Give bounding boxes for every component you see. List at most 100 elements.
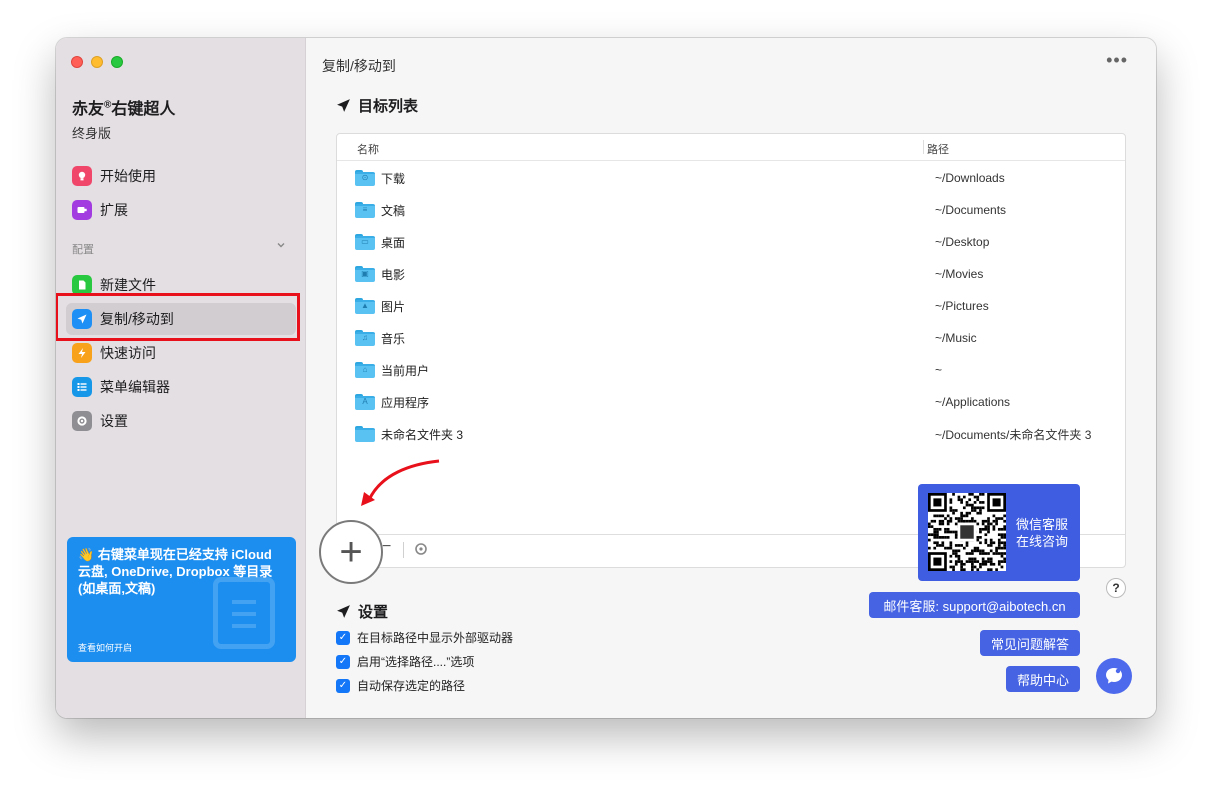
promo-link[interactable]: 查看如何开启 xyxy=(78,641,132,654)
wechat-support-card[interactable]: 微信客服 在线咨询 xyxy=(918,484,1080,581)
sidebar-item-label: 扩展 xyxy=(100,202,128,218)
setting-autosave-path[interactable]: ✓ 自动保存选定的路径 xyxy=(336,677,465,694)
promo-text: 👋 右键菜单现在已经支持 iCloud 云盘, OneDrive, Dropbo… xyxy=(78,546,288,597)
sidebar-item-label: 新建文件 xyxy=(100,277,156,293)
target-list-title: 目标列表 xyxy=(358,98,419,115)
app-title: 赤友®右键超人 xyxy=(72,95,175,119)
sidebar: 赤友®右键超人 终身版 开始使用 扩展 配置 新建文件 复制/移动到 快速访问 … xyxy=(56,38,306,718)
chat-bubble-icon xyxy=(1106,668,1122,684)
app-title-rest: 右键超人 xyxy=(111,101,176,118)
setting-label: 启用“选择路径....”选项 xyxy=(357,655,475,669)
table-row[interactable]: ▭ 桌面 ~/Desktop xyxy=(337,226,1125,258)
row-path: ~ xyxy=(935,363,943,377)
sidebar-item-label: 开始使用 xyxy=(100,168,156,184)
settings-heading: 设置 xyxy=(336,601,388,622)
extension-icon xyxy=(72,200,92,220)
sidebar-item-copy-move[interactable]: 复制/移动到 xyxy=(66,303,296,335)
row-path: ~/Pictures xyxy=(935,299,989,313)
checkbox-checked[interactable]: ✓ xyxy=(336,678,350,693)
row-path: ~/Music xyxy=(935,331,977,345)
column-header-path[interactable]: 路径 xyxy=(927,141,949,157)
checkbox-checked[interactable]: ✓ xyxy=(336,654,350,669)
sidebar-item-get-started[interactable]: 开始使用 xyxy=(66,160,296,192)
sidebar-item-menu-editor[interactable]: 菜单编辑器 xyxy=(66,371,296,403)
sidebar-item-extensions[interactable]: 扩展 xyxy=(66,194,296,226)
table-row[interactable]: A 应用程序 ~/Applications xyxy=(337,386,1125,418)
app-edition: 终身版 xyxy=(72,126,112,141)
wave-icon: 👋 xyxy=(78,547,95,562)
table-row[interactable]: ▣ 电影 ~/Movies xyxy=(337,258,1125,290)
more-options-icon[interactable]: ••• xyxy=(1106,50,1128,71)
row-name: 音乐 xyxy=(381,331,406,346)
row-name: 电影 xyxy=(381,267,406,282)
row-path: ~/Documents/未命名文件夹 3 xyxy=(935,427,1092,442)
list-icon xyxy=(72,377,92,397)
row-path: ~/Documents xyxy=(935,203,1007,217)
row-name: 下载 xyxy=(381,171,406,186)
window-controls xyxy=(71,56,123,68)
wechat-support-text: 微信客服 在线咨询 xyxy=(1016,516,1068,550)
sidebar-item-label: 快速访问 xyxy=(100,345,156,361)
setting-choose-path[interactable]: ✓ 启用“选择路径....”选项 xyxy=(336,653,474,670)
row-path: ~/Applications xyxy=(935,395,1011,409)
setting-label: 自动保存选定的路径 xyxy=(357,679,466,693)
remove-button[interactable]: − xyxy=(382,538,391,556)
folder-icon: ▭ xyxy=(355,234,375,250)
email-support-button[interactable]: 邮件客服: support@aibotech.cn xyxy=(869,592,1080,618)
help-question-button[interactable]: ? xyxy=(1106,578,1126,598)
row-name: 未命名文件夹 3 xyxy=(381,427,464,442)
app-title-main: 赤友 xyxy=(72,101,105,118)
row-name: 当前用户 xyxy=(381,363,430,378)
sidebar-item-new-file[interactable]: 新建文件 xyxy=(66,269,296,301)
page-title: 复制/移动到 xyxy=(322,58,396,74)
promo-message: 右键菜单现在已经支持 iCloud 云盘, OneDrive, Dropbox … xyxy=(78,547,273,596)
checkbox-checked[interactable]: ✓ xyxy=(336,630,350,645)
folder-icon: ≡ xyxy=(355,202,375,218)
table-row[interactable]: 未命名文件夹 3 ~/Documents/未命名文件夹 3 xyxy=(337,418,1125,450)
row-path: ~/Movies xyxy=(935,267,984,281)
table-row[interactable]: ⊙ 下载 ~/Downloads xyxy=(337,162,1125,194)
sidebar-item-label: 菜单编辑器 xyxy=(100,379,170,395)
annotation-arrow xyxy=(361,459,440,506)
section-label-config: 配置 xyxy=(72,244,94,256)
table-row[interactable]: ≡ 文稿 ~/Documents xyxy=(337,194,1125,226)
send-icon xyxy=(72,309,92,329)
row-path: ~/Desktop xyxy=(935,235,990,249)
gear-icon xyxy=(72,411,92,431)
send-icon xyxy=(337,99,350,112)
row-name: 图片 xyxy=(381,299,406,314)
row-name: 文稿 xyxy=(381,203,406,218)
row-path: ~/Downloads xyxy=(935,171,1005,185)
table-row[interactable]: ♫ 音乐 ~/Music xyxy=(337,322,1125,354)
qr-line-1: 微信客服 xyxy=(1016,517,1069,532)
faq-button[interactable]: 常见问题解答 xyxy=(980,630,1080,656)
qr-line-2: 在线咨询 xyxy=(1016,534,1069,549)
sidebar-item-label: 设置 xyxy=(100,413,128,429)
folder-icon xyxy=(355,426,375,442)
bolt-icon xyxy=(72,343,92,363)
minimize-window-button[interactable] xyxy=(91,56,103,68)
qr-code-icon xyxy=(928,493,1006,571)
sidebar-item-settings[interactable]: 设置 xyxy=(66,405,296,437)
sidebar-item-label: 复制/移动到 xyxy=(100,311,174,327)
chat-button[interactable] xyxy=(1096,658,1132,694)
folder-icon: ⊙ xyxy=(355,170,375,186)
folder-icon: ▣ xyxy=(355,266,375,282)
sidebar-item-quick-access[interactable]: 快速访问 xyxy=(66,337,296,369)
add-target-button[interactable]: + xyxy=(319,520,383,584)
row-name: 应用程序 xyxy=(381,395,430,410)
zoom-window-button[interactable] xyxy=(111,56,123,68)
setting-external-drives[interactable]: ✓ 在目标路径中显示外部驱动器 xyxy=(336,629,513,646)
cloud-support-promo[interactable]: 👋 右键菜单现在已经支持 iCloud 云盘, OneDrive, Dropbo… xyxy=(67,537,296,662)
close-window-button[interactable] xyxy=(71,56,83,68)
new-file-icon xyxy=(72,275,92,295)
help-center-button[interactable]: 帮助中心 xyxy=(1006,666,1080,692)
table-row[interactable]: ⌂ 当前用户 ~ xyxy=(337,354,1125,386)
chevron-down-icon[interactable] xyxy=(276,240,286,253)
column-header-name[interactable]: 名称 xyxy=(357,141,379,157)
setting-label: 在目标路径中显示外部驱动器 xyxy=(357,631,514,645)
target-list-heading: 目标列表 xyxy=(336,95,418,116)
table-row[interactable]: ▲ 图片 ~/Pictures xyxy=(337,290,1125,322)
toolbar-divider xyxy=(403,542,404,558)
action-gear-icon[interactable] xyxy=(414,542,428,559)
